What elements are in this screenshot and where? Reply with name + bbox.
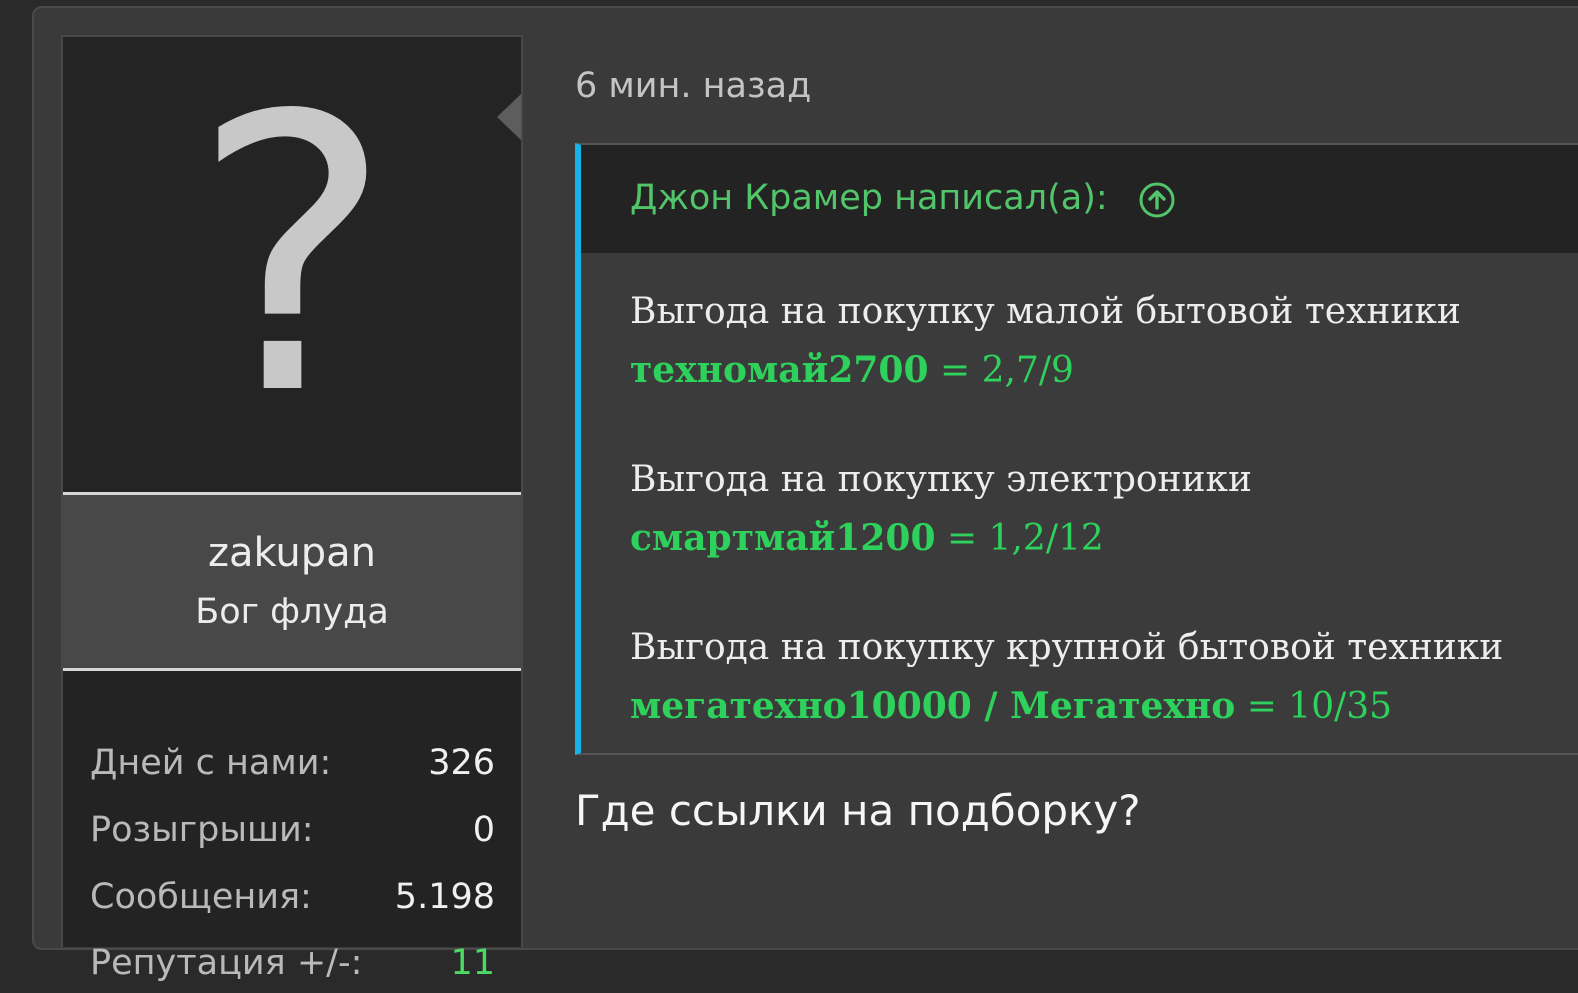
- user-title: Бог флуда: [195, 592, 389, 632]
- avatar-placeholder-icon: ?: [191, 35, 393, 478]
- deal-title: Выгода на покупку электроники: [630, 459, 1253, 500]
- deal-item: Выгода на покупку малой бытовой техники …: [630, 283, 1570, 400]
- post-message-text: Где ссылки на подборку?: [575, 786, 1141, 835]
- post-timestamp[interactable]: 6 мин. назад: [575, 66, 811, 106]
- deal-code-line: смартмай1200 = 1,2/12: [630, 509, 1570, 568]
- user-stats: Дней с нами: 326 Розыгрыши: 0 Сообщения:…: [63, 671, 521, 983]
- promo-code[interactable]: мегатехно10000 / Мегатехно: [630, 685, 1235, 727]
- post-pointer-arrow: [497, 94, 521, 140]
- quote-block: Джон Крамер написал(а): Выгода на покупк…: [575, 143, 1578, 755]
- stat-reputation: Репутация +/-: 11: [90, 943, 495, 993]
- stat-label: Дней с нами:: [90, 743, 332, 783]
- stat-value: 5.198: [394, 877, 495, 917]
- deal-title: Выгода на покупку крупной бытовой техник…: [630, 627, 1504, 668]
- stat-value: 326: [428, 743, 495, 783]
- deal-title: Выгода на покупку малой бытовой техники: [630, 291, 1461, 332]
- user-name-box: zakupan Бог флуда: [63, 492, 521, 671]
- deal-item: Выгода на покупку крупной бытовой техник…: [630, 619, 1570, 736]
- deal-value: = 1,2/12: [946, 518, 1104, 559]
- stat-label: Розыгрыши:: [90, 810, 314, 850]
- quote-author: Джон Крамер написал(а):: [630, 178, 1108, 218]
- stat-label: Сообщения:: [90, 877, 312, 917]
- stat-messages: Сообщения: 5.198: [90, 877, 495, 927]
- deal-code-line: техномай2700 = 2,7/9: [630, 341, 1570, 400]
- stat-giveaways: Розыгрыши: 0: [90, 810, 495, 860]
- arrow-up-circle-icon[interactable]: [1139, 182, 1175, 218]
- deal-item: Выгода на покупку электроники смартмай12…: [630, 451, 1570, 568]
- deal-code-line: мегатехно10000 / Мегатехно = 10/35: [630, 677, 1570, 736]
- promo-code[interactable]: техномай2700: [630, 349, 929, 391]
- stat-label: Репутация +/-:: [90, 943, 363, 983]
- quote-header: Джон Крамер написал(а):: [581, 145, 1578, 253]
- stat-value: 11: [450, 943, 495, 983]
- avatar[interactable]: ?: [63, 37, 521, 492]
- promo-code[interactable]: смартмай1200: [630, 517, 936, 559]
- deal-value: = 2,7/9: [939, 350, 1074, 391]
- stat-days: Дней с нами: 326: [90, 743, 495, 793]
- username[interactable]: zakupan: [63, 530, 521, 576]
- stat-value: 0: [472, 810, 495, 850]
- user-panel: ? zakupan Бог флуда Дней с нами: 326 Роз…: [61, 35, 523, 983]
- deal-value: = 10/35: [1246, 686, 1393, 727]
